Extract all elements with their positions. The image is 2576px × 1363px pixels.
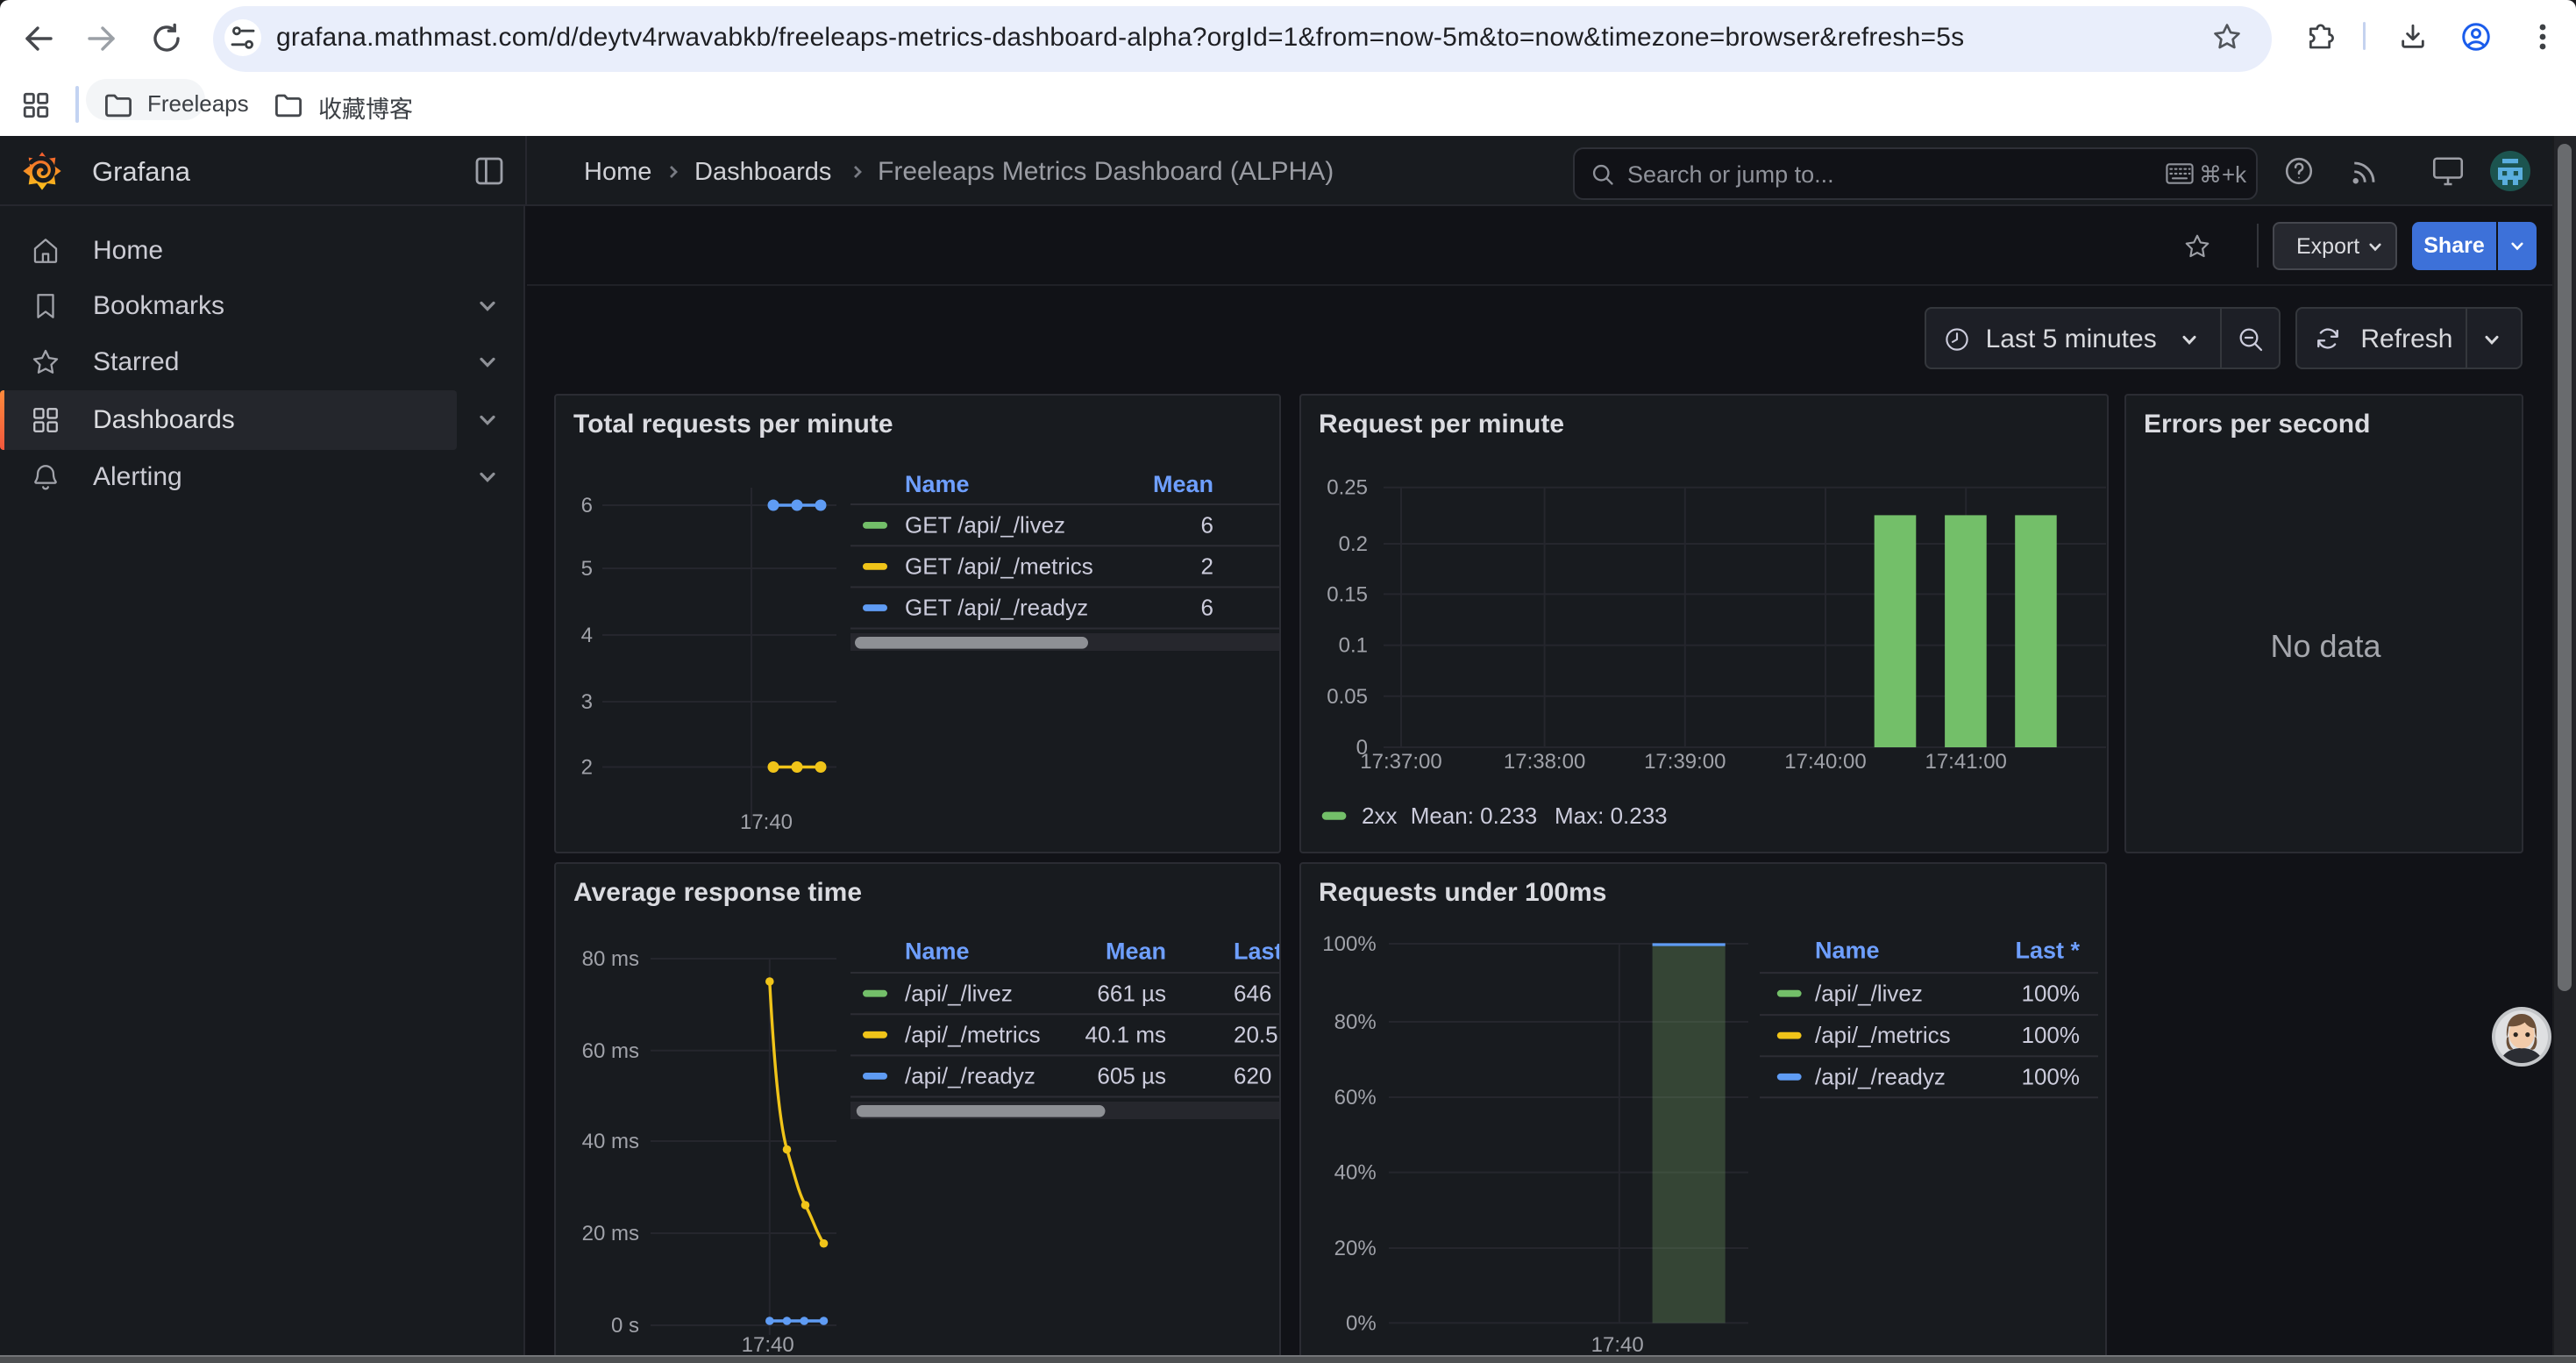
svg-text:100%: 100% <box>2022 1063 2081 1089</box>
svg-text:0%: 0% <box>1346 1311 1377 1335</box>
svg-text:No data: No data <box>2270 628 2381 664</box>
svg-text:0.05: 0.05 <box>1327 685 1368 709</box>
svg-text:40.1 ms: 40.1 ms <box>1085 1021 1167 1047</box>
svg-text:100%: 100% <box>1322 932 1376 956</box>
svg-text:17:39:00: 17:39:00 <box>1644 750 1726 774</box>
svg-text:40%: 40% <box>1334 1161 1377 1185</box>
svg-text:/api/_/livez: /api/_/livez <box>905 980 1013 1006</box>
svg-text:20%: 20% <box>1334 1237 1377 1260</box>
svg-text:/api/_/livez: /api/_/livez <box>1815 980 1923 1006</box>
svg-text:100%: 100% <box>2022 1022 2081 1048</box>
svg-text:17:37:00: 17:37:00 <box>1360 750 1441 774</box>
svg-text:60 ms: 60 ms <box>582 1039 639 1063</box>
svg-text:Max: 0.233: Max: 0.233 <box>1555 803 1668 829</box>
svg-text:3: 3 <box>581 690 593 714</box>
svg-text:6: 6 <box>1201 511 1213 538</box>
svg-text:0.15: 0.15 <box>1327 582 1368 606</box>
svg-text:100%: 100% <box>2022 980 2081 1006</box>
svg-text:0.1: 0.1 <box>1339 634 1368 658</box>
svg-text:80%: 80% <box>1334 1010 1377 1034</box>
svg-text:0.2: 0.2 <box>1339 532 1368 556</box>
svg-text:17:40: 17:40 <box>1591 1333 1644 1356</box>
svg-text:661 µs: 661 µs <box>1097 980 1166 1006</box>
svg-text:GET /api/_/readyz: GET /api/_/readyz <box>905 595 1088 621</box>
svg-text:Average response time: Average response time <box>573 878 862 907</box>
svg-text:60%: 60% <box>1334 1086 1377 1110</box>
svg-text:6: 6 <box>1201 595 1213 621</box>
svg-text:2: 2 <box>581 755 593 779</box>
svg-text:Errors per second: Errors per second <box>2144 410 2370 439</box>
svg-text:2xx: 2xx <box>1362 803 1397 829</box>
svg-text:0 s: 0 s <box>611 1314 639 1338</box>
svg-text:GET /api/_/metrics: GET /api/_/metrics <box>905 553 1093 579</box>
svg-text:605 µs: 605 µs <box>1097 1063 1166 1089</box>
svg-text:20.5 m: 20.5 m <box>1234 1021 1279 1047</box>
svg-text:40 ms: 40 ms <box>582 1130 639 1153</box>
svg-text:20 ms: 20 ms <box>582 1222 639 1245</box>
svg-text:17:38:00: 17:38:00 <box>1504 750 1585 774</box>
svg-text:/api/_/readyz: /api/_/readyz <box>1815 1063 1946 1089</box>
svg-text:Name: Name <box>1815 938 1880 964</box>
svg-text:5: 5 <box>581 557 593 581</box>
svg-text:/api/_/metrics: /api/_/metrics <box>905 1021 1041 1047</box>
svg-text:Requests under 100ms: Requests under 100ms <box>1319 878 1606 907</box>
svg-text:80 ms: 80 ms <box>582 947 639 971</box>
svg-text:17:40:00: 17:40:00 <box>1784 750 1866 774</box>
svg-text:Mean: Mean <box>1106 938 1166 965</box>
svg-text:6: 6 <box>581 494 593 517</box>
svg-text:Last *: Last * <box>2015 938 2080 964</box>
svg-text:17:40: 17:40 <box>742 1333 794 1356</box>
svg-text:17:41:00: 17:41:00 <box>1925 750 2006 774</box>
svg-text:0.25: 0.25 <box>1327 476 1368 500</box>
svg-text:Mean: Mean <box>1153 471 1213 497</box>
svg-text:Request per minute: Request per minute <box>1319 410 1564 439</box>
svg-text:/api/_/readyz: /api/_/readyz <box>905 1063 1035 1089</box>
svg-text:Name: Name <box>905 938 970 965</box>
svg-text:Mean: 0.233: Mean: 0.233 <box>1411 803 1538 829</box>
svg-text:646 µ: 646 µ <box>1234 980 1279 1006</box>
svg-text:GET /api/_/livez: GET /api/_/livez <box>905 511 1065 538</box>
svg-text:2: 2 <box>1201 553 1213 579</box>
svg-text:620 µ: 620 µ <box>1234 1063 1279 1089</box>
svg-text:/api/_/metrics: /api/_/metrics <box>1815 1022 1951 1048</box>
svg-text:Name: Name <box>905 471 970 497</box>
svg-text:Last *: Last * <box>1234 938 1279 965</box>
svg-text:17:40: 17:40 <box>740 810 793 834</box>
svg-text:4: 4 <box>581 624 593 647</box>
svg-text:Total requests per minute: Total requests per minute <box>573 410 893 439</box>
